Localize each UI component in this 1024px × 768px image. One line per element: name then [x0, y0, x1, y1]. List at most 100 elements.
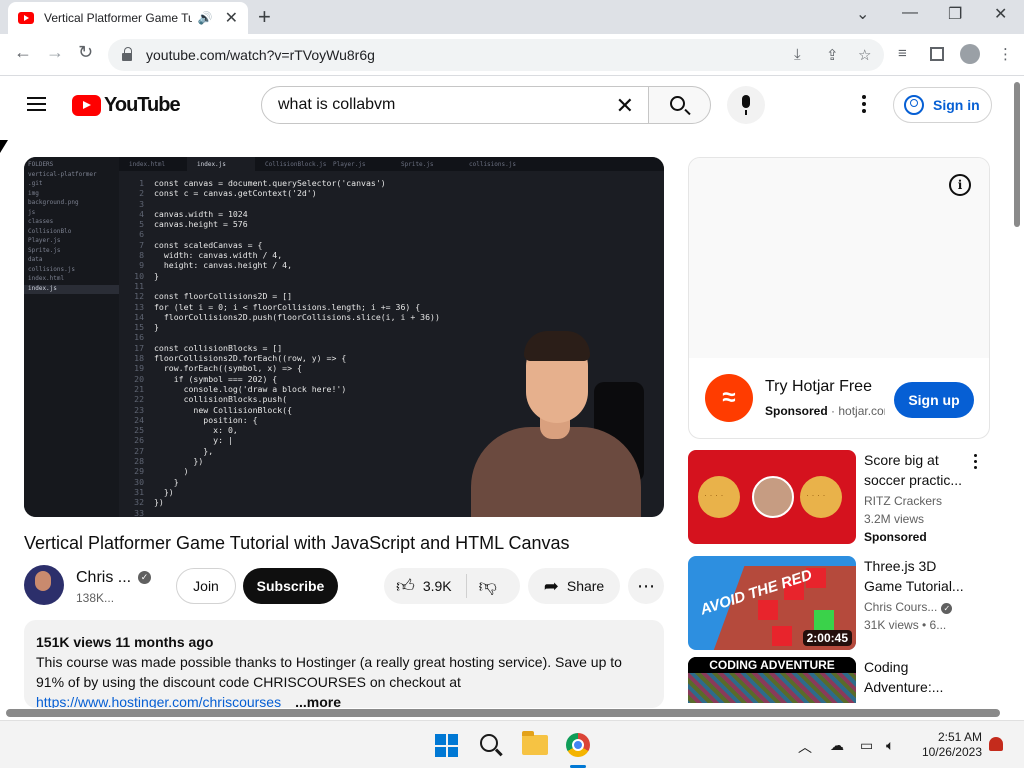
line-number: 21	[134, 383, 144, 394]
recommendation-views: 31K views • 6...	[864, 618, 947, 632]
recommendation-item[interactable]: Score big at soccer practic... RITZ Crac…	[688, 450, 990, 544]
share-button[interactable]: ➦ Share	[528, 568, 620, 604]
tab-title: Vertical Platformer Game Tu	[44, 11, 192, 25]
youtube-logo[interactable]: YouTube	[72, 94, 181, 117]
description-box[interactable]: 151K views 11 months ago This course was…	[24, 620, 664, 708]
share-page-icon[interactable]: ⇪	[826, 46, 839, 64]
recommendation-thumbnail[interactable]	[688, 450, 856, 544]
code-line: width: canvas.width / 4,	[154, 250, 283, 261]
audio-playing-icon[interactable]: 🔊	[198, 11, 213, 25]
cloud-sync-icon[interactable]: ☁	[830, 737, 844, 754]
tab-search-chevron-icon[interactable]: ⌄	[856, 4, 869, 24]
microphone-icon	[742, 95, 750, 115]
editor-sidebar-item: Sprite.js	[28, 246, 61, 254]
sponsored-badge: Sponsored	[864, 530, 927, 544]
bookmark-star-icon[interactable]: ☆	[858, 46, 871, 64]
lock-icon[interactable]	[122, 47, 132, 61]
show-more-link[interactable]: ...more	[295, 694, 341, 708]
channel-name[interactable]: Chris ...	[76, 569, 131, 587]
recommendation-item[interactable]: CODING ADVENTURE Coding Adventure:...	[688, 657, 990, 703]
editor-sidebar-item: js	[28, 208, 36, 216]
tray-overflow-chevron-icon[interactable]: ︿	[798, 737, 812, 757]
back-arrow-icon[interactable]: ←	[14, 42, 32, 63]
thumbs-up-icon[interactable]: 👍︎	[396, 575, 415, 597]
code-line: position: {	[154, 414, 258, 425]
minimize-button[interactable]: —	[902, 4, 918, 22]
subscribe-button[interactable]: Subscribe	[243, 568, 338, 604]
ad-sponsor-line: Sponsored · hotjar.com	[765, 404, 885, 418]
chrome-taskbar-icon[interactable]	[566, 733, 590, 757]
ad-card[interactable]: i ≈ Try Hotjar Free Sponsored · hotjar.c…	[688, 157, 990, 439]
line-number: 19	[134, 363, 144, 374]
code-line: }	[154, 270, 159, 281]
youtube-play-icon	[72, 95, 101, 116]
channel-avatar[interactable]	[24, 565, 64, 605]
address-bar[interactable]: youtube.com/watch?v=rTVoyWu8r6g ⤓ ⇪ ☆	[108, 39, 884, 71]
line-number: 28	[134, 456, 144, 467]
volume-icon[interactable]: 🔈︎	[886, 737, 894, 754]
search-box[interactable]: ✕	[261, 86, 649, 124]
editor-sidebar-item: FOLDERS	[28, 161, 54, 168]
vertical-scrollbar[interactable]	[1012, 78, 1022, 708]
ad-title[interactable]: Try Hotjar Free	[765, 378, 872, 396]
file-explorer-icon[interactable]	[522, 731, 548, 755]
browser-tab-active[interactable]: Vertical Platformer Game Tu 🔊 ✕	[8, 2, 248, 34]
chrome-menu-icon[interactable]: ⋮	[998, 45, 1013, 63]
reload-icon[interactable]: ↻	[78, 42, 93, 63]
voice-search-button[interactable]	[727, 86, 765, 124]
notification-bell-icon[interactable]	[989, 737, 1003, 751]
settings-more-icon[interactable]	[862, 95, 866, 116]
install-app-icon[interactable]: ⤓	[794, 46, 801, 63]
tab-close-icon[interactable]: ✕	[225, 8, 238, 28]
network-icon[interactable]: ▭	[860, 737, 873, 754]
media-control-icon[interactable]: ≡	[898, 45, 907, 62]
recommendation-item[interactable]: AVOID THE RED 2:00:45 Three.js 3D Game T…	[688, 556, 990, 650]
system-clock[interactable]: 2:51 AM 10/26/2023	[914, 730, 982, 760]
new-tab-button[interactable]: +	[258, 4, 271, 30]
url-text[interactable]: youtube.com/watch?v=rTVoyWu8r6g	[146, 47, 375, 63]
editor-sidebar-item: vertical-platformer	[28, 170, 97, 178]
recommendation-title[interactable]: Score big at soccer practic...	[864, 450, 974, 490]
recommendation-thumbnail[interactable]: AVOID THE RED 2:00:45	[688, 556, 856, 650]
ad-sign-up-button[interactable]: Sign up	[894, 382, 974, 418]
recommendation-thumbnail[interactable]: CODING ADVENTURE	[688, 657, 856, 703]
ad-info-icon[interactable]: i	[949, 174, 971, 196]
thumbs-down-icon[interactable]: 👎︎	[479, 575, 497, 597]
presenter	[444, 331, 654, 517]
recommendation-title[interactable]: Coding Adventure:...	[864, 657, 974, 697]
code-line: console.log('draw a block here!')	[154, 383, 347, 394]
horizontal-scrollbar[interactable]	[0, 708, 1012, 718]
like-count[interactable]: 3.9K	[423, 578, 452, 594]
recommendation-title[interactable]: Three.js 3D Game Tutorial...	[864, 556, 974, 596]
search-button[interactable]	[648, 86, 711, 124]
clear-search-icon[interactable]: ✕	[616, 93, 634, 119]
join-button[interactable]: Join	[176, 568, 236, 604]
windows-start-icon[interactable]	[435, 734, 458, 757]
ad-media[interactable]	[689, 158, 989, 358]
video-player[interactable]: FOLDERS vertical-platformer .git img back…	[24, 157, 664, 517]
line-number: 33	[134, 507, 144, 518]
video-duration: 2:00:45	[802, 630, 852, 646]
like-dislike-bar: 👍︎ 3.9K 👎︎	[384, 568, 520, 604]
close-window-button[interactable]: ✕	[994, 4, 1007, 24]
description-link[interactable]: https://www.hostinger.com/chriscourses	[36, 694, 281, 708]
taskbar-search-icon[interactable]	[480, 734, 498, 752]
recommendation-menu-icon[interactable]	[974, 454, 978, 472]
profile-avatar-icon[interactable]	[960, 44, 980, 64]
line-number: 30	[134, 476, 144, 487]
editor-tab: CollisionBlock.js	[265, 161, 327, 168]
code-line: new CollisionBlock({	[154, 404, 293, 415]
side-panel-icon[interactable]	[930, 47, 944, 61]
search-input[interactable]	[278, 96, 608, 114]
sign-in-button[interactable]: Sign in	[893, 87, 992, 123]
line-number: 27	[134, 445, 144, 456]
youtube-wordmark: YouTube	[104, 94, 181, 116]
more-actions-button[interactable]: ⋯	[628, 568, 664, 604]
line-number: 29	[134, 466, 144, 477]
editor-file-sidebar: FOLDERS vertical-platformer .git img back…	[24, 157, 119, 517]
forward-arrow-icon[interactable]: →	[46, 42, 64, 63]
guide-menu-icon[interactable]	[27, 97, 46, 111]
editor-sidebar-item: index.js	[24, 284, 119, 294]
restore-button[interactable]: ❐	[948, 4, 962, 24]
